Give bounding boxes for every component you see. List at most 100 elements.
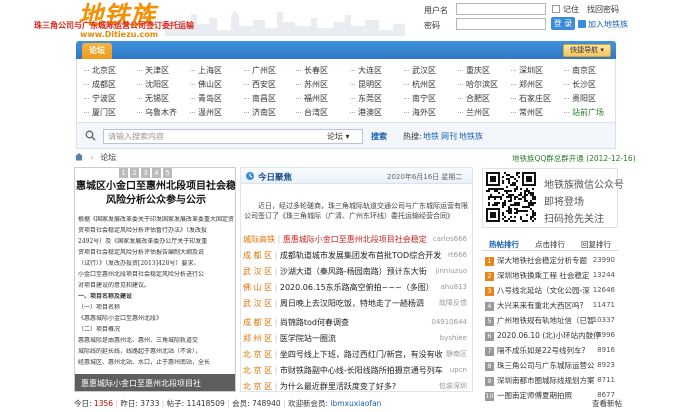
- forgot-password-link[interactable]: 找回密码: [587, 4, 619, 15]
- login-button[interactable]: 登 录: [551, 17, 575, 30]
- news-item-author[interactable]: 包装深圳: [439, 380, 467, 393]
- city-link[interactable]: 重庆区: [458, 65, 490, 76]
- news-item[interactable]: 北 京 区 | 市财铁路副中心线-长阳线路所拍摄京通号列车 upcn: [243, 364, 469, 377]
- city-link[interactable]: 港澳区: [350, 107, 382, 118]
- news-item-author[interactable]: 04910644: [431, 316, 467, 329]
- news-item[interactable]: 城际高铁 | 惠惠城际小金口至惠州北段项目社会稳定 carlos666: [243, 233, 469, 246]
- city-link[interactable]: 海外区: [404, 107, 436, 118]
- news-item-category[interactable]: 成 都 区: [243, 251, 272, 260]
- city-link[interactable]: 站前广场: [564, 107, 604, 118]
- news-item-author[interactable]: jinniuzuo: [435, 265, 467, 278]
- rank-item[interactable]: 3 八号线北延站（文化公园-深 12646: [485, 285, 619, 296]
- city-link[interactable]: 长沙区: [564, 79, 596, 90]
- news-item-title[interactable]: 沙湖大道（秦风路-杨园南路）预计东大街: [280, 267, 427, 276]
- rank-item[interactable]: 1 深大地铁社会稳定分析专题 23990: [485, 255, 619, 266]
- city-link[interactable]: 沈阳区: [137, 79, 169, 90]
- city-link[interactable]: 大连区: [350, 65, 382, 76]
- news-item-category[interactable]: 城际高铁: [243, 235, 275, 244]
- city-link[interactable]: 济南区: [244, 107, 276, 118]
- city-link[interactable]: 上海区: [190, 65, 222, 76]
- news-item[interactable]: 武 汉 区 | 周日晚上去汉阳吃饭，特地走了一趟杨泗 故障反馈: [243, 297, 469, 310]
- remember-checkbox[interactable]: [552, 5, 560, 13]
- city-link[interactable]: 武汉区: [404, 65, 436, 76]
- rank-title[interactable]: 大兴来来有重北大西区吗?: [497, 301, 583, 310]
- slide-tab[interactable]: 5: [163, 168, 172, 178]
- news-item-title[interactable]: 尚锦路tod何春调查: [280, 318, 349, 327]
- city-link[interactable]: 杭州区: [404, 79, 436, 90]
- news-item-category[interactable]: 武 汉 区: [243, 299, 272, 308]
- city-link[interactable]: 佛山区: [190, 79, 222, 90]
- register-link[interactable]: 加入地铁族: [588, 19, 628, 30]
- city-link[interactable]: 南宁区: [404, 93, 436, 104]
- rank-title[interactable]: 珠三角公司与广东城际运营公: [497, 361, 595, 370]
- password-input[interactable]: [456, 18, 546, 30]
- tab-forum[interactable]: 论坛: [82, 43, 112, 59]
- news-item-author[interactable]: 故障反馈: [439, 297, 467, 310]
- news-item[interactable]: 郑 州 区 | 医学院站一圈流 byshiee: [243, 332, 469, 345]
- news-item-title[interactable]: 惠惠城际小金口至惠州北段项目社会稳定: [283, 235, 427, 244]
- city-link[interactable]: 郑州区: [511, 79, 543, 90]
- search-scope-select[interactable]: 论坛 ▾: [327, 130, 361, 143]
- city-link[interactable]: 青岛区: [190, 93, 222, 104]
- rank-title[interactable]: 2020.06.10 (北)小环站内鼓停: [497, 331, 601, 340]
- city-link[interactable]: 苏州区: [296, 79, 328, 90]
- rank-item[interactable]: 5 广州地铁规有轨地址信（已暂 10337: [485, 315, 619, 326]
- rank-title[interactable]: 广州地铁规有轨地址信（已暂: [497, 316, 595, 325]
- news-item-category[interactable]: 佛 山 区: [243, 283, 272, 292]
- news-item-title[interactable]: 医学院站一圈流: [280, 334, 336, 343]
- city-link[interactable]: 西安区: [244, 79, 276, 90]
- featured-slideshow[interactable]: 1 2 3 4 5 惠城区小金口至惠州北段项目社会稳 风险分析公众参与公示 根据…: [74, 167, 236, 392]
- rank-item[interactable]: 9 深圳南都市圈城际线规划方案 8711: [485, 375, 619, 386]
- qq-group-notice[interactable]: 地铁族QQ群总群开通 (2012-12-16): [512, 153, 636, 164]
- news-item-title[interactable]: 坐四号线上下班，路过西红门/新宫，有没有收: [280, 350, 443, 359]
- rank-item[interactable]: 2 深圳地铁换乘工程 社会稳定 13244: [485, 270, 619, 281]
- city-link[interactable]: 兰州区: [458, 107, 490, 118]
- news-item[interactable]: 北 京 区 | 为什么最近群里活跃度变了好多? 包装深圳: [243, 380, 469, 393]
- news-item-title[interactable]: 周日晚上去汉阳吃饭，特地走了一趟杨泗: [280, 299, 424, 308]
- newest-member-link[interactable]: ibmxuxiaofan: [330, 399, 381, 408]
- city-link[interactable]: 南昌区: [244, 93, 276, 104]
- city-link[interactable]: 乌鲁木齐: [137, 107, 177, 118]
- hot-term-link[interactable]: 地铁族: [459, 131, 483, 142]
- news-item-title[interactable]: 市财铁路副中心线-长阳线路所拍摄京通号列车: [280, 366, 443, 375]
- rank-item[interactable]: 4 大兴来来有重北大西区吗? 11471: [485, 300, 619, 311]
- city-link[interactable]: 天津区: [137, 65, 169, 76]
- city-link[interactable]: 昆明区: [350, 79, 382, 90]
- city-link[interactable]: 温州区: [190, 107, 222, 118]
- rank-title[interactable]: 隔不成乐如是22号线列车?: [497, 346, 586, 355]
- rank-title[interactable]: 深大地铁社会稳定分析专题: [497, 256, 587, 265]
- slide-tab[interactable]: 4: [152, 168, 161, 178]
- news-item-author[interactable]: byshiee: [440, 332, 467, 345]
- rank-title[interactable]: 深圳南都市圈城际线规划方案: [497, 376, 595, 385]
- rank-item[interactable]: 7 隔不成乐如是22号线列车? 8916: [485, 345, 619, 356]
- news-item[interactable]: 武 汉 区 | 沙湖大道（秦风路-杨园南路）预计东大街 jinniuzuo: [243, 265, 469, 278]
- quick-nav-button[interactable]: 快捷导航 ▾: [563, 44, 611, 57]
- news-item[interactable]: 佛 山 区 | 2020.06.15东乐路高空俯拍~~~（多图） ahu813: [243, 281, 469, 294]
- city-link[interactable]: 北京区: [84, 65, 116, 76]
- city-link[interactable]: 长春区: [296, 65, 328, 76]
- rank-title[interactable]: 八号线北延站（文化公园-深: [497, 286, 590, 295]
- rank-item[interactable]: 6 2020.06.10 (北)小环站内鼓停 8996: [485, 330, 619, 341]
- username-input[interactable]: [456, 3, 546, 15]
- search-button[interactable]: 搜索: [365, 129, 393, 144]
- news-item-category[interactable]: 郑 州 区: [243, 334, 272, 343]
- tab-replies[interactable]: 回复排行: [574, 238, 618, 251]
- city-link[interactable]: 台湾区: [296, 107, 328, 118]
- city-link[interactable]: 福州区: [296, 93, 328, 104]
- news-item-author[interactable]: rt666: [448, 249, 467, 262]
- city-link[interactable]: 厦门区: [84, 107, 116, 118]
- news-item-category[interactable]: 武 汉 区: [243, 267, 272, 276]
- news-item[interactable]: 成 都 区 | 尚锦路tod何春调查 04910644: [243, 316, 469, 329]
- news-item-author[interactable]: 静南区: [446, 348, 467, 361]
- city-link[interactable]: 常州区: [511, 107, 543, 118]
- news-item-author[interactable]: upcn: [450, 364, 467, 377]
- news-item-author[interactable]: carlos666: [433, 233, 467, 246]
- city-link[interactable]: 贵阳区: [564, 93, 596, 104]
- news-item-category[interactable]: 成 都 区: [243, 318, 272, 327]
- home-icon[interactable]: [74, 152, 84, 163]
- slide-tab[interactable]: 1: [119, 168, 128, 178]
- news-item-category[interactable]: 北 京 区: [243, 382, 272, 391]
- tab-hot-posts[interactable]: 热帖排行: [482, 238, 526, 251]
- slide-caption[interactable]: 惠惠城际小金口至惠州北段项目社: [75, 374, 235, 391]
- city-link[interactable]: 无锡区: [137, 93, 169, 104]
